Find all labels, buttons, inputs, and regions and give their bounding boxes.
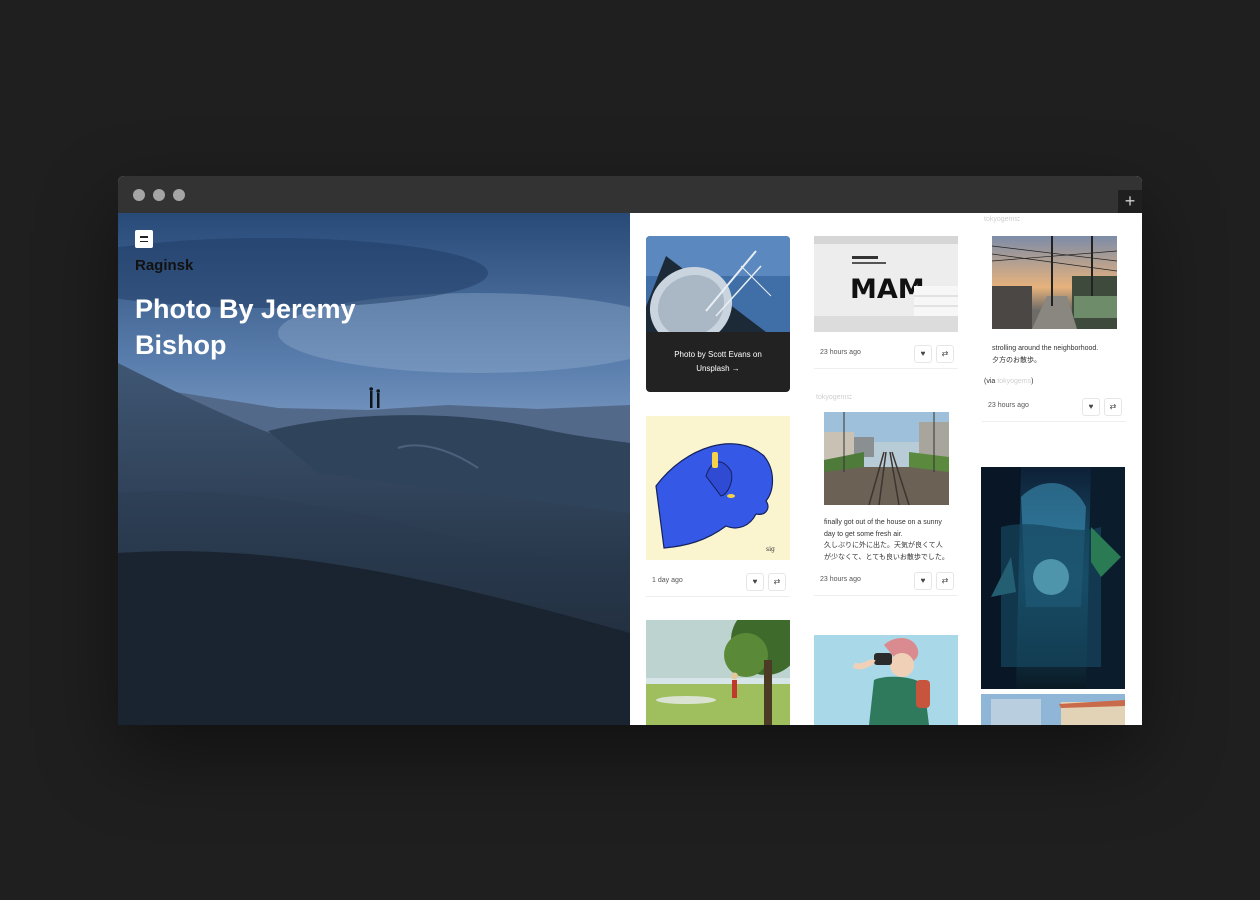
post-footer: 23 hours ago ♥ ⇄ — [814, 567, 958, 596]
railway-photo — [824, 412, 949, 505]
post-timestamp: 23 hours ago — [820, 349, 861, 356]
window-close-dot[interactable] — [133, 189, 145, 201]
browser-window: + Raginsk Photo By Jeremy Bishop Photo b… — [118, 176, 1142, 725]
heart-icon[interactable]: ♥ — [746, 573, 764, 591]
post-caption: finally got out of the house on a sunny … — [824, 517, 949, 563]
post-footer: 1 day ago ♥ ⇄ — [646, 568, 790, 597]
street-illustration — [981, 694, 1125, 725]
gallery-photo: MAM — [814, 236, 958, 332]
post-timestamp: 1 day ago — [652, 577, 683, 584]
post-card: MAM 23 hours ago ♥ ⇄ — [814, 236, 958, 371]
blue-hand-illustration: sig — [646, 416, 790, 560]
post-timestamp: 23 hours ago — [820, 576, 861, 583]
plus-icon[interactable]: + — [1118, 190, 1142, 213]
anime-field-illustration — [646, 620, 790, 725]
reblog-icon[interactable]: ⇄ — [936, 345, 954, 363]
post-author[interactable]: tokyogems: — [984, 216, 1020, 223]
via-attribution: (via tokyogems) — [984, 378, 1034, 385]
hamburger-icon[interactable] — [135, 230, 153, 248]
site-name[interactable]: Raginsk — [135, 257, 193, 274]
window-maximize-dot[interactable] — [173, 189, 185, 201]
caption-english: finally got out of the house on a sunny … — [824, 519, 942, 538]
post-caption: strolling around the neighborhood. 夕方のお散… — [992, 343, 1117, 366]
forest-illustration — [981, 467, 1125, 689]
post-card — [646, 620, 790, 725]
heart-icon[interactable]: ♥ — [914, 572, 932, 590]
hero-title: Photo By Jeremy Bishop — [135, 294, 356, 360]
hero-panel: Raginsk Photo By Jeremy Bishop — [118, 213, 630, 725]
post-footer: 23 hours ago ♥ ⇄ — [814, 340, 958, 369]
post-footer: 23 hours ago ♥ ⇄ — [982, 393, 1126, 422]
satellite-dish-photo — [646, 236, 790, 332]
title-bar: + — [118, 176, 1142, 213]
photo-credit-card[interactable]: Photo by Scott Evans on Unsplash → — [646, 236, 790, 392]
caption-japanese: 夕方のお散歩。 — [992, 356, 1041, 364]
reblog-icon[interactable]: ⇄ — [1104, 398, 1122, 416]
heart-icon[interactable]: ♥ — [914, 345, 932, 363]
hero-photo — [118, 213, 630, 725]
reblog-icon[interactable]: ⇄ — [768, 573, 786, 591]
heart-icon[interactable]: ♥ — [1082, 398, 1100, 416]
power-lines-photo — [992, 236, 1117, 329]
window-minimize-dot[interactable] — [153, 189, 165, 201]
post-author[interactable]: tokyogems: — [816, 394, 852, 401]
post-card: tokyogems: strolling around the neighbor… — [982, 213, 1126, 423]
credit-text: Photo by Scott Evans on Unsplash → — [674, 350, 762, 373]
svg-text:MAM: MAM — [850, 274, 925, 305]
caption-japanese: 久しぶりに外に出た。天気が良くて人が少なくて、とても良いお散歩でした。 — [824, 542, 949, 561]
caption-english: strolling around the neighborhood. — [992, 345, 1099, 352]
svg-text:sig: sig — [766, 546, 775, 553]
photo-credit-link[interactable]: Photo by Scott Evans on Unsplash → — [646, 332, 790, 392]
post-feed: Photo by Scott Evans on Unsplash → sig 1… — [630, 213, 1142, 725]
post-card — [814, 635, 958, 725]
post-card — [981, 467, 1125, 689]
post-card: sig 1 day ago ♥ ⇄ — [646, 416, 790, 599]
post-card: tokyogems: finally got out of the house … — [814, 393, 958, 598]
camera-girl-illustration — [814, 635, 958, 725]
post-timestamp: 23 hours ago — [988, 402, 1029, 409]
reblog-icon[interactable]: ⇄ — [936, 572, 954, 590]
via-link[interactable]: tokyogems — [997, 378, 1031, 385]
post-card — [981, 694, 1125, 725]
